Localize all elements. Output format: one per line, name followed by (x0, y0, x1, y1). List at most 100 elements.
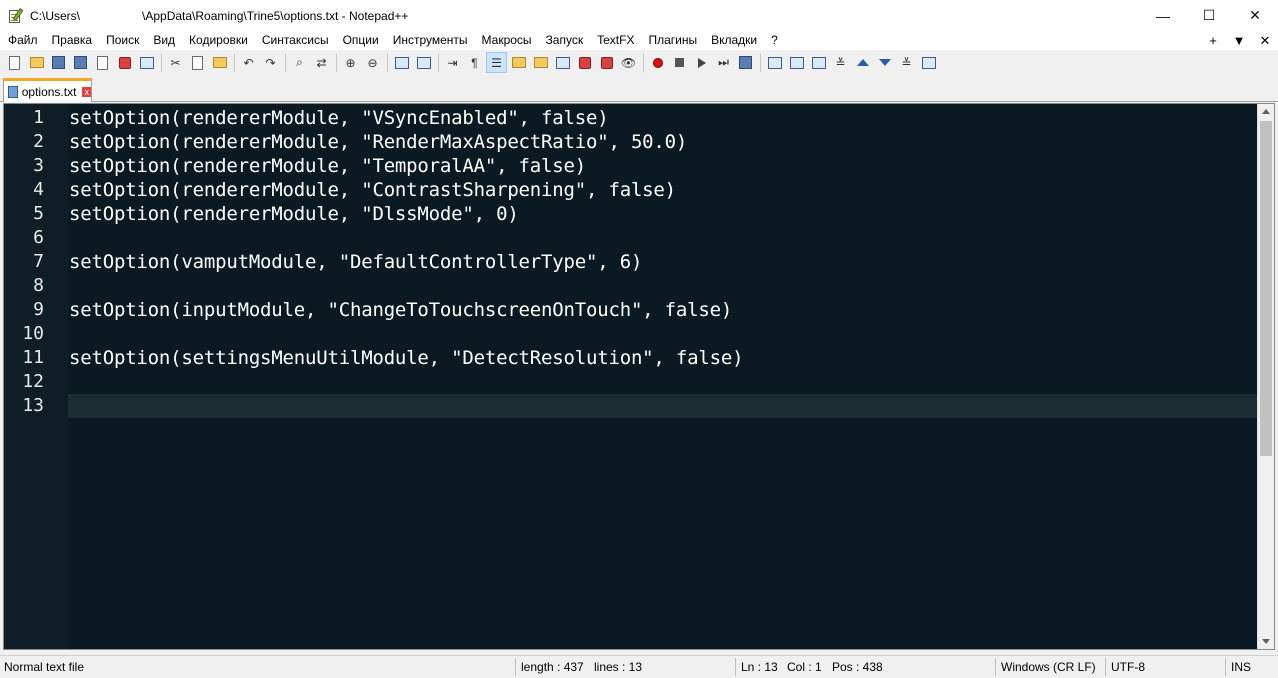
editor-line[interactable]: 13 (4, 394, 1274, 418)
zoom-in-icon[interactable]: ⊕ (340, 52, 361, 73)
record-macro-icon[interactable] (647, 52, 668, 73)
scroll-up-icon[interactable] (1262, 109, 1270, 114)
new-tab-button[interactable]: + (1200, 33, 1226, 48)
menu-language[interactable]: Синтаксисы (255, 31, 336, 50)
menu-encoding[interactable]: Кодировки (182, 31, 255, 50)
sync-horizontal-icon[interactable] (413, 52, 434, 73)
preview-icon[interactable]: 👁 (618, 52, 639, 73)
close-file-icon[interactable] (92, 52, 113, 73)
vertical-scrollbar[interactable] (1257, 104, 1274, 649)
tab-close-icon[interactable]: x (82, 86, 91, 97)
zoom-out-icon[interactable]: ⊖ (362, 52, 383, 73)
menu-tools[interactable]: Инструменты (386, 31, 475, 50)
editor-line[interactable]: 7 setOption(vamputModule, "DefaultControl… (4, 250, 1274, 274)
textfx-icon-1[interactable] (764, 52, 785, 73)
minimize-button[interactable]: — (1140, 0, 1186, 31)
menu-textfx[interactable]: TextFX (590, 31, 641, 50)
toolbar-separator (760, 53, 761, 72)
folder-as-workspace-icon[interactable] (574, 52, 595, 73)
textfx-icon-5[interactable]: ≚ (896, 52, 917, 73)
menu-settings[interactable]: Опции (336, 31, 386, 50)
editor-line[interactable]: 10 (4, 322, 1274, 346)
menu-view[interactable]: Вид (146, 31, 182, 50)
save-all-icon[interactable] (70, 52, 91, 73)
close-button[interactable]: ✕ (1232, 0, 1278, 31)
undo-icon[interactable]: ↶ (238, 52, 259, 73)
close-doc-button[interactable]: ✕ (1252, 33, 1278, 49)
move-down-icon[interactable] (874, 52, 895, 73)
editor-line[interactable]: 5 setOption(rendererModule, "DlssMode", 0… (4, 202, 1274, 226)
open-file-icon[interactable] (26, 52, 47, 73)
line-text[interactable]: setOption(vamputModule, "DefaultControll… (69, 250, 642, 274)
text-editor[interactable]: 1 setOption(rendererModule, "VSyncEnabled… (3, 103, 1275, 650)
menu-macro[interactable]: Макросы (475, 31, 539, 50)
scroll-thumb[interactable] (1260, 121, 1272, 456)
textfx-icon-4[interactable]: ≚ (830, 52, 851, 73)
line-text[interactable]: setOption(rendererModule, "ContrastSharp… (69, 178, 676, 202)
status-file-type: Normal text file (4, 660, 85, 674)
editor-line[interactable]: 2 setOption(rendererModule, "RenderMaxAsp… (4, 130, 1274, 154)
menu-file[interactable]: Файл (0, 31, 45, 50)
line-text[interactable]: setOption(rendererModule, "RenderMaxAspe… (69, 130, 687, 154)
editor-line[interactable]: 8 (4, 274, 1274, 298)
editor-line[interactable]: 9 setOption(inputModule, "ChangeToTouchsc… (4, 298, 1274, 322)
status-insert-mode[interactable]: INS (1227, 656, 1251, 678)
udl-icon[interactable] (508, 52, 529, 73)
function-list-icon[interactable] (552, 52, 573, 73)
line-number: 3 (33, 155, 44, 176)
notepadpp-icon (8, 7, 24, 24)
menu-run[interactable]: Запуск (539, 31, 591, 50)
close-all-icon[interactable] (114, 52, 135, 73)
run-macro-multiple-icon[interactable]: ⏭ (713, 52, 734, 73)
stop-macro-icon[interactable] (669, 52, 690, 73)
move-up-icon[interactable] (852, 52, 873, 73)
redo-icon[interactable]: ↷ (260, 52, 281, 73)
status-divider (1105, 658, 1106, 676)
textfx-icon-2[interactable] (786, 52, 807, 73)
line-text[interactable]: setOption(rendererModule, "TemporalAA", … (69, 154, 586, 178)
editor-line[interactable]: 12 (4, 370, 1274, 394)
line-number: 1 (33, 107, 44, 128)
status-eol[interactable]: Windows (CR LF) (997, 656, 1096, 678)
editor-line[interactable]: 11 setOption(settingsMenuUtilModule, "Det… (4, 346, 1274, 370)
editor-line[interactable]: 4 setOption(rendererModule, "ContrastShar… (4, 178, 1274, 202)
new-file-icon[interactable] (4, 52, 25, 73)
replace-icon[interactable]: ⇄ (311, 52, 332, 73)
status-encoding[interactable]: UTF-8 (1107, 656, 1145, 678)
find-icon[interactable]: ⌕ (289, 52, 310, 73)
tab-list-button[interactable]: ▼ (1226, 33, 1252, 48)
paste-icon[interactable] (209, 52, 230, 73)
textfx-icon-6[interactable] (918, 52, 939, 73)
copy-icon[interactable] (187, 52, 208, 73)
scroll-down-icon[interactable] (1262, 639, 1270, 644)
sync-vertical-icon[interactable] (391, 52, 412, 73)
maximize-button[interactable]: ☐ (1186, 0, 1232, 31)
indent-guide-icon[interactable]: ☰ (486, 52, 507, 73)
word-wrap-icon[interactable]: ⇥ (442, 52, 463, 73)
line-text[interactable]: setOption(rendererModule, "DlssMode", 0) (69, 202, 519, 226)
monitoring-icon[interactable] (596, 52, 617, 73)
print-icon[interactable] (136, 52, 157, 73)
tab-options-txt[interactable]: options.txt x (3, 78, 92, 102)
status-ln: Ln : 13 (741, 660, 778, 674)
save-macro-icon[interactable] (735, 52, 756, 73)
play-macro-icon[interactable] (691, 52, 712, 73)
line-text[interactable]: setOption(inputModule, "ChangeToTouchscr… (69, 298, 732, 322)
menu-help[interactable]: ? (764, 31, 785, 50)
status-lines: lines : 13 (594, 660, 643, 674)
menu-search[interactable]: Поиск (99, 31, 146, 50)
editor-line[interactable]: 6 (4, 226, 1274, 250)
save-icon[interactable] (48, 52, 69, 73)
editor-line[interactable]: 3 setOption(rendererModule, "TemporalAA",… (4, 154, 1274, 178)
menu-window[interactable]: Вкладки (704, 31, 764, 50)
show-all-chars-icon[interactable]: ¶ (464, 52, 485, 73)
textfx-icon-3[interactable] (808, 52, 829, 73)
status-divider (515, 658, 516, 676)
cut-icon[interactable]: ✂ (165, 52, 186, 73)
line-text[interactable]: setOption(rendererModule, "VSyncEnabled"… (69, 106, 609, 130)
doc-map-icon[interactable] (530, 52, 551, 73)
menu-plugins[interactable]: Плагины (641, 31, 704, 50)
editor-line[interactable]: 1 setOption(rendererModule, "VSyncEnabled… (4, 106, 1274, 130)
line-text[interactable]: setOption(settingsMenuUtilModule, "Detec… (69, 346, 744, 370)
menu-edit[interactable]: Правка (45, 31, 100, 50)
